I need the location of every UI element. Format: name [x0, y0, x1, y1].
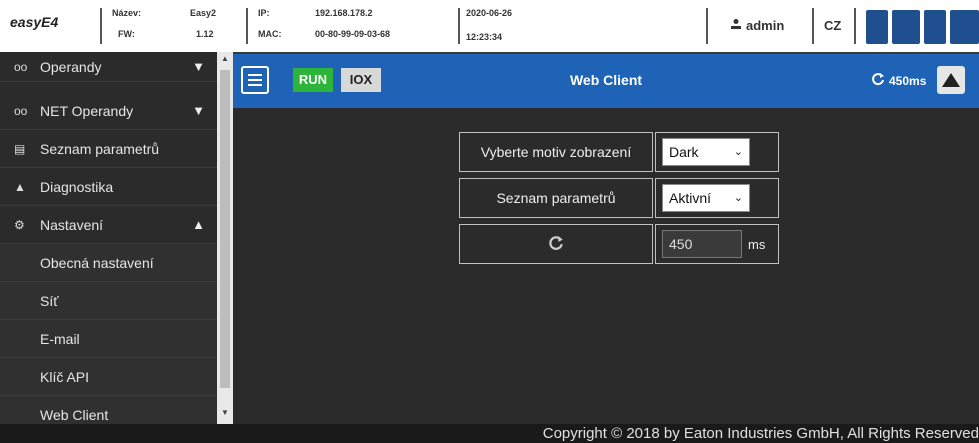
- mac-value: 00-80-99-09-03-68: [315, 29, 391, 39]
- glasses-icon: oo: [14, 59, 28, 74]
- top-header: easyE4 Název: Easy2 FW: 1.12 IP: 192.168…: [0, 0, 979, 52]
- sidebar-subitem-web-client[interactable]: Web Client: [0, 396, 217, 424]
- sidebar-item-diagnostika[interactable]: ▲ Diagnostika: [0, 168, 217, 206]
- sidebar: oo Operandy ▼ oo NET Operandy ▼ ▤ Seznam…: [0, 52, 233, 424]
- sidebar-subitem-general[interactable]: Obecná nastavení: [0, 244, 217, 282]
- header-divider: [100, 8, 102, 44]
- theme-label: Vyberte motiv zobrazení: [459, 132, 653, 172]
- chevron-up-icon: ▲: [192, 217, 205, 232]
- theme-select-value: Dark: [669, 144, 699, 160]
- interval-unit: ms: [748, 236, 766, 252]
- toolbar: Web Client RUN IOX 450ms: [233, 52, 979, 108]
- sidebar-subitem-email[interactable]: E-mail: [0, 320, 217, 358]
- sidebar-item-operandy[interactable]: oo Operandy ▼: [0, 52, 217, 82]
- warning-icon: ▲: [14, 179, 26, 194]
- header-divider: [706, 8, 708, 44]
- fw-value: 1.12: [196, 29, 214, 39]
- chevron-down-icon: ⌄: [733, 146, 743, 158]
- sidebar-item-label: NET Operandy: [40, 102, 134, 119]
- mac-label: MAC:: [258, 29, 282, 39]
- refresh-interval-label: 450ms: [889, 73, 927, 88]
- scroll-top-button[interactable]: [937, 66, 965, 94]
- interval-row: 450 ms: [459, 224, 779, 264]
- list-icon: ▤: [14, 141, 26, 156]
- sidebar-item-label: Nastavení: [40, 216, 104, 233]
- sidebar-item-net-operandy[interactable]: oo NET Operandy ▼: [0, 92, 217, 130]
- header-divider: [812, 8, 814, 44]
- sidebar-item-label: Operandy: [40, 58, 102, 75]
- theme-select[interactable]: Dark ⌄: [662, 138, 750, 166]
- app-logo: easyE4: [10, 14, 59, 30]
- header-divider: [854, 8, 856, 44]
- params-select-value: Aktivní: [669, 190, 712, 206]
- scroll-up-icon[interactable]: ▲: [220, 54, 230, 63]
- sidebar-item-label: Seznam parametrů: [40, 140, 160, 157]
- user-name: admin: [746, 18, 785, 33]
- scrollbar-thumb[interactable]: [220, 70, 230, 388]
- fw-label: FW:: [118, 29, 135, 39]
- refresh-icon: [548, 235, 564, 254]
- sidebar-item-label: Diagnostika: [40, 178, 114, 195]
- run-status-badge[interactable]: RUN: [293, 68, 333, 92]
- params-row: Seznam parametrů Aktivní ⌄: [459, 178, 779, 218]
- time-value: 12:23:34: [466, 32, 503, 42]
- footer-copyright: Copyright © 2018 by Eaton Industries Gmb…: [0, 424, 979, 443]
- user-menu[interactable]: admin: [730, 18, 784, 33]
- scroll-down-icon[interactable]: ▼: [220, 408, 230, 417]
- params-select[interactable]: Aktivní ⌄: [662, 184, 750, 212]
- refresh-icon-cell: [459, 224, 653, 264]
- sidebar-item-seznam-parametru[interactable]: ▤ Seznam parametrů: [0, 130, 217, 168]
- header-divider: [458, 8, 460, 44]
- language-switch[interactable]: CZ: [824, 18, 841, 33]
- interval-input[interactable]: 450: [662, 230, 742, 258]
- ip-value: 192.168.178.2: [315, 8, 373, 18]
- refresh-icon: [871, 72, 885, 89]
- chevron-down-icon: ▼: [192, 103, 205, 118]
- params-label: Seznam parametrů: [459, 178, 653, 218]
- eaton-logo: [866, 4, 979, 48]
- gear-icon: ⚙: [14, 217, 25, 232]
- iox-button[interactable]: IOX: [341, 68, 381, 92]
- header-divider: [246, 8, 248, 44]
- device-name-label: Název:: [112, 8, 142, 18]
- sidebar-subitem-network[interactable]: Síť: [0, 282, 217, 320]
- sidebar-scrollbar[interactable]: ▲ ▼: [217, 52, 233, 424]
- user-icon: [730, 18, 742, 33]
- refresh-interval[interactable]: 450ms: [871, 72, 926, 89]
- chevron-down-icon: ▼: [192, 59, 205, 74]
- theme-row: Vyberte motiv zobrazení Dark ⌄: [459, 132, 779, 172]
- sidebar-subitem-api-key[interactable]: Klíč API: [0, 358, 217, 396]
- date-value: 2020-06-26: [466, 8, 513, 18]
- glasses-icon: oo: [14, 103, 28, 118]
- chevron-down-icon: ⌄: [733, 192, 743, 204]
- sidebar-item-nastaveni[interactable]: ⚙ Nastavení ▲: [0, 206, 217, 244]
- device-name-value: Easy2: [190, 8, 217, 18]
- ip-label: IP:: [258, 8, 270, 18]
- hamburger-menu-button[interactable]: [241, 66, 269, 94]
